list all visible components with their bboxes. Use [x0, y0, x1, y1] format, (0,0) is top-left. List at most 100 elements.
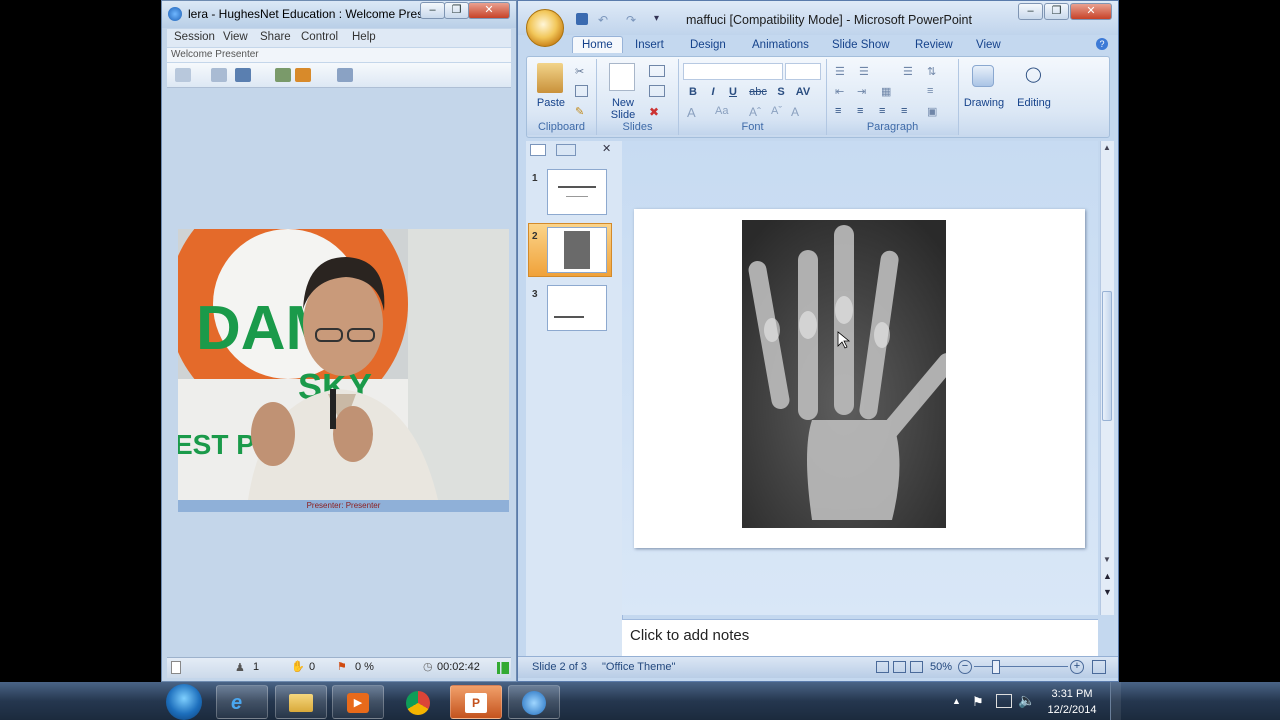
bullets-icon[interactable]: ☰	[835, 65, 845, 78]
pointer-icon[interactable]	[275, 68, 291, 82]
shrink-font-icon[interactable]: Aˇ	[771, 105, 782, 117]
undo-icon[interactable]: ↶	[598, 13, 608, 27]
volume-icon[interactable]: 🔈	[1018, 692, 1035, 709]
decrease-indent-icon[interactable]: ⇤	[835, 85, 844, 98]
clock-time[interactable]: 3:31 PM	[1040, 688, 1104, 700]
zoom-out-icon[interactable]: −	[958, 660, 972, 674]
notes-pane[interactable]: Click to add notes	[622, 619, 1098, 656]
menu-session[interactable]: Session	[174, 31, 215, 43]
current-slide[interactable]	[634, 209, 1085, 548]
cut-icon[interactable]: ✂	[575, 65, 584, 78]
search-icon[interactable]	[175, 68, 191, 82]
close-button[interactable]: ✕	[468, 2, 510, 19]
grow-font-icon[interactable]: Aˆ	[749, 105, 761, 119]
underline-button[interactable]: U	[725, 85, 741, 99]
taskbar-explorer[interactable]	[275, 685, 327, 719]
clock-date[interactable]: 12/2/2014	[1040, 704, 1104, 716]
line-spacing-icon[interactable]: ☰	[903, 65, 913, 78]
binoculars-icon[interactable]: ◯	[1025, 65, 1042, 83]
delete-slide-icon[interactable]: ✖	[649, 105, 659, 119]
change-case-icon[interactable]: A	[687, 105, 696, 120]
zoom-slider-thumb[interactable]	[992, 660, 1000, 674]
pane-close-icon[interactable]: ✕	[602, 142, 611, 155]
taskbar-ie[interactable]: e	[216, 685, 268, 719]
shapes-icon[interactable]	[972, 65, 994, 87]
zoom-level[interactable]: 50%	[930, 661, 952, 673]
office-button[interactable]	[526, 9, 564, 47]
font-size-box[interactable]	[785, 63, 821, 80]
tab-home[interactable]: Home	[572, 36, 623, 53]
share-icon[interactable]	[337, 68, 353, 82]
redo-icon[interactable]: ↷	[626, 13, 636, 27]
new-slide-button[interactable]: New Slide	[603, 97, 643, 121]
tab-review[interactable]: Review	[915, 39, 953, 51]
menu-view[interactable]: View	[223, 31, 248, 43]
numbering-icon[interactable]: ☰	[859, 65, 869, 78]
theme-name[interactable]: "Office Theme"	[602, 661, 675, 673]
bold-button[interactable]: B	[685, 85, 701, 99]
network-icon[interactable]	[996, 694, 1012, 708]
char-spacing-button[interactable]: AV	[793, 85, 813, 99]
menu-share[interactable]: Share	[260, 31, 291, 43]
drawing-button[interactable]: Drawing	[959, 97, 1009, 109]
taskbar-chrome[interactable]	[392, 685, 444, 719]
save-icon[interactable]	[576, 13, 588, 25]
highlighter-icon[interactable]	[295, 68, 311, 82]
fit-to-window-icon[interactable]	[1092, 660, 1106, 674]
taskbar-powerpoint[interactable]: P	[450, 685, 502, 719]
scroll-thumb[interactable]	[1102, 291, 1112, 421]
paste-icon[interactable]	[537, 63, 563, 93]
paste-button[interactable]: Paste	[533, 97, 569, 109]
new-slide-icon[interactable]	[609, 63, 635, 91]
powerpoint-titlebar[interactable]: maffuci [Compatibility Mode] - Microsoft…	[518, 1, 1118, 35]
tab-view[interactable]: View	[976, 39, 1001, 51]
pp-minimize-button[interactable]: –	[1018, 3, 1043, 20]
slide-thumbnail-2[interactable]	[547, 227, 607, 273]
restore-button[interactable]: ❐	[444, 2, 469, 19]
zoom-in-icon[interactable]: +	[1070, 660, 1084, 674]
show-desktop-button[interactable]	[1110, 682, 1121, 720]
minimize-button[interactable]: –	[420, 2, 445, 19]
font-name-box[interactable]	[683, 63, 783, 80]
slides-tab-icon[interactable]	[530, 144, 546, 156]
layout-icon[interactable]	[649, 65, 665, 77]
tab-insert[interactable]: Insert	[635, 39, 664, 51]
vertical-scrollbar[interactable]: ▲ ▼ ▲ ▼	[1100, 141, 1114, 615]
action-center-flag-icon[interactable]: ⚑	[972, 694, 984, 710]
font-color-icon[interactable]: A	[791, 105, 799, 119]
zoom-slider-track[interactable]	[974, 666, 1068, 667]
next-slide-icon[interactable]: ▼	[1103, 587, 1112, 597]
hughesnet-titlebar[interactable]: lera - HughesNet Education : Welcome Pre…	[162, 1, 516, 28]
format-painter-icon[interactable]: ✎	[575, 105, 584, 118]
slideshow-view-icon[interactable]	[910, 661, 923, 673]
scroll-up-icon[interactable]: ▲	[1103, 143, 1111, 152]
notes-placeholder[interactable]: Click to add notes	[630, 627, 749, 644]
tab-animations[interactable]: Animations	[752, 39, 809, 51]
taskbar-hughesnet[interactable]	[508, 685, 560, 719]
strikethrough-button[interactable]: abc	[747, 85, 769, 99]
text-direction-icon[interactable]: ⇅	[927, 65, 936, 78]
editing-button[interactable]: Editing	[1009, 97, 1059, 109]
previous-slide-icon[interactable]: ▲	[1103, 571, 1112, 581]
columns-icon[interactable]: ▦	[881, 85, 891, 98]
tab-slide-show[interactable]: Slide Show	[832, 39, 890, 51]
align-right-icon[interactable]: ≡	[879, 105, 885, 117]
normal-view-icon[interactable]	[876, 661, 889, 673]
tools-icon[interactable]	[211, 68, 227, 82]
show-hidden-icons-icon[interactable]: ▲	[952, 696, 961, 706]
align-text-icon[interactable]: ≡	[927, 85, 933, 97]
copy-icon[interactable]	[575, 85, 588, 97]
menu-help[interactable]: Help	[352, 31, 376, 43]
reset-icon[interactable]	[649, 85, 665, 97]
outline-tab-icon[interactable]	[556, 144, 576, 156]
slide-thumbnail-1[interactable]	[547, 169, 607, 215]
taskbar-media[interactable]: ▶	[332, 685, 384, 719]
start-button[interactable]	[166, 684, 202, 720]
clear-format-icon[interactable]: Aa	[715, 105, 728, 117]
slide-thumbnail-3[interactable]	[547, 285, 607, 331]
sorter-view-icon[interactable]	[893, 661, 906, 673]
pp-close-button[interactable]: ✕	[1070, 3, 1112, 20]
justify-icon[interactable]: ≡	[901, 105, 907, 117]
scroll-down-icon[interactable]: ▼	[1103, 555, 1111, 564]
xray-hand-image[interactable]	[742, 220, 946, 528]
